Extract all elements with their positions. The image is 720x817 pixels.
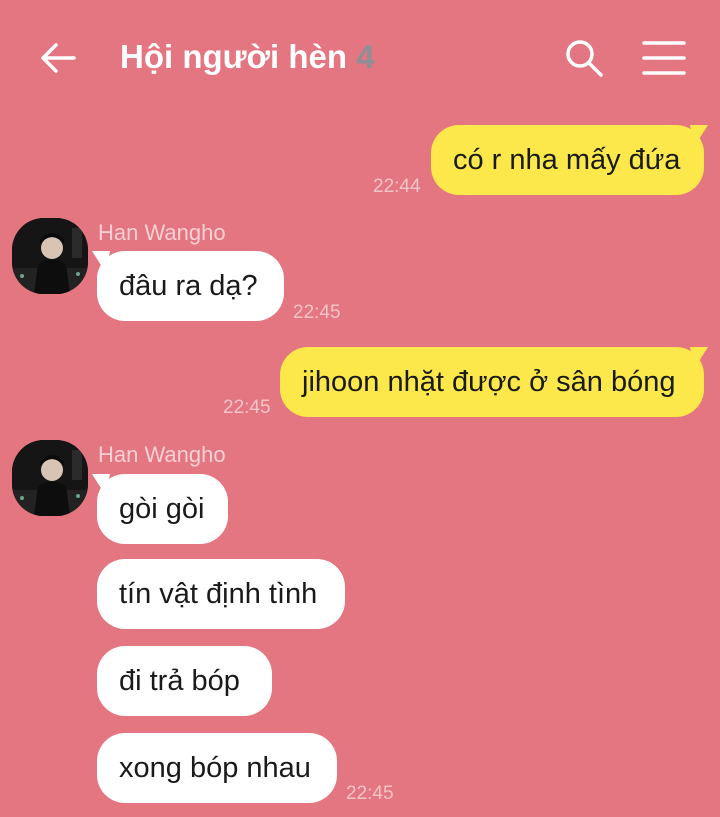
avatar-image [12,218,88,294]
message-time: 22:45 [293,302,341,323]
outgoing-message[interactable]: có r nha mấy đứa [431,125,704,195]
message-time: 22:45 [223,397,271,418]
message-time: 22:44 [373,176,421,197]
incoming-message[interactable]: đi trả bóp [97,646,272,716]
chat-name: Hội người hèn [120,38,348,75]
sender-name: Han Wangho [98,220,226,245]
avatar[interactable] [12,440,88,516]
incoming-message[interactable]: gòi gòi [97,474,228,544]
incoming-message[interactable]: xong bóp nhau [97,733,337,803]
chat-header: Hội người hèn 4 [0,0,720,118]
sender-name: Han Wangho [98,442,226,467]
chat-title: Hội người hèn 4 [120,38,375,76]
incoming-message[interactable]: tín vật định tình [97,559,345,629]
member-count: 4 [356,38,375,75]
bubble-tail [690,125,708,147]
outgoing-message[interactable]: jihoon nhặt được ở sân bóng [280,347,704,417]
search-icon[interactable] [564,38,604,78]
avatar[interactable] [12,218,88,294]
hamburger-menu-icon[interactable] [642,40,686,76]
bubble-tail [690,347,708,369]
back-arrow-icon[interactable] [38,38,78,78]
message-time: 22:45 [346,783,394,804]
avatar-image [12,440,88,516]
incoming-message[interactable]: đâu ra dạ? [97,251,284,321]
